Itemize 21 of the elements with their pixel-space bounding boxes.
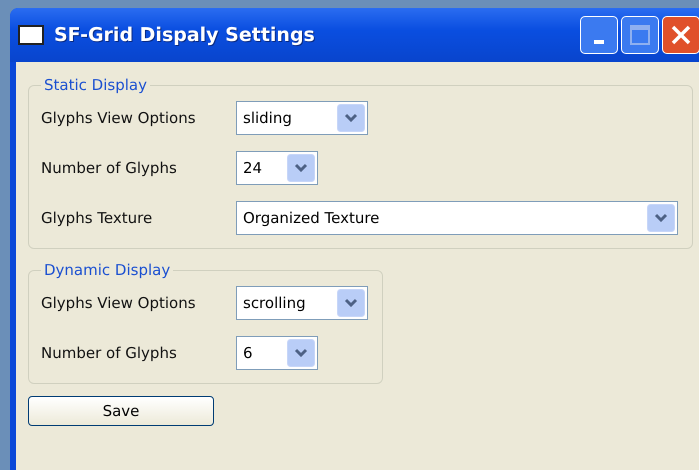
dropdown[interactable]: scrolling — [236, 286, 368, 320]
dropdown[interactable]: Organized Texture — [236, 201, 678, 235]
dropdown[interactable]: sliding — [236, 101, 368, 135]
field-label: Number of Glyphs — [41, 344, 178, 362]
dropdown[interactable]: 24 — [236, 151, 318, 185]
close-button[interactable] — [662, 16, 699, 54]
field-label: Number of Glyphs — [41, 159, 178, 177]
field-label: Glyphs View Options — [41, 294, 197, 312]
maximize-button[interactable] — [621, 16, 659, 54]
field-label: Glyphs View Options — [41, 109, 197, 127]
window-title: SF-Grid Dispaly Settings — [54, 24, 316, 46]
field-label: Glyphs Texture — [41, 209, 154, 227]
dropdown[interactable]: 6 — [236, 336, 318, 370]
window-icon — [18, 25, 44, 45]
close-icon — [670, 24, 692, 46]
maximize-icon — [629, 24, 651, 46]
group-title: Static Display — [43, 76, 148, 94]
group-title: Dynamic Display — [43, 261, 172, 279]
minimize-button[interactable] — [580, 16, 618, 54]
minimize-icon — [594, 40, 604, 44]
save-button[interactable]: Save — [28, 396, 214, 426]
